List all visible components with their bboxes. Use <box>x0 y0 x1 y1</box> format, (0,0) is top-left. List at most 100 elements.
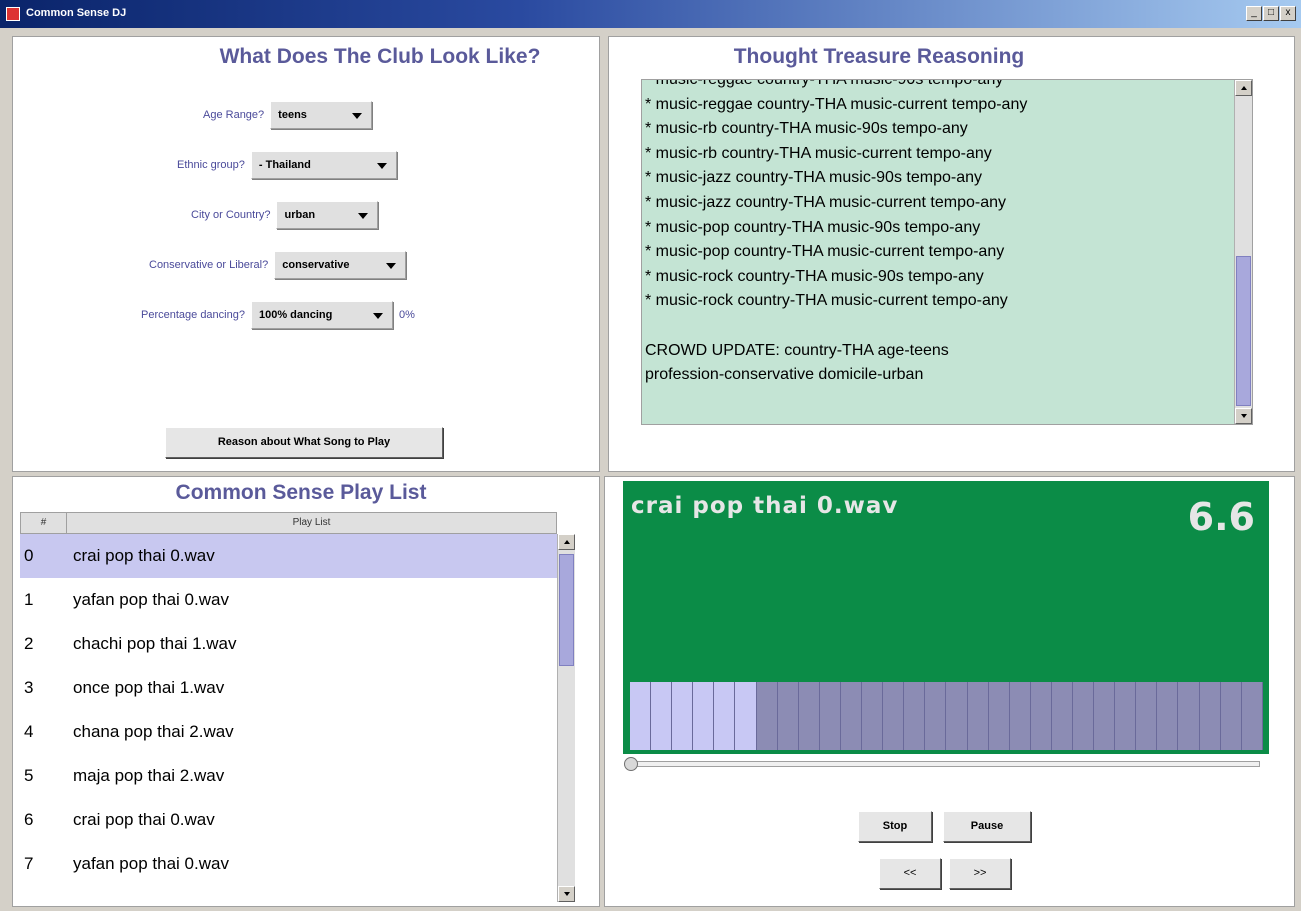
playlist-table-body: 0 crai pop thai 0.wav 1 yafan pop thai 0.wa… <box>20 534 557 902</box>
pause-button[interactable]: Pause <box>943 811 1031 842</box>
level-bar-dim <box>798 682 820 750</box>
playlist-row[interactable]: 2 chachi pop thai 1.wav <box>20 622 557 666</box>
reasoning-line: * music-rock country-THA music-current t… <box>645 292 1008 310</box>
level-bar-lit <box>651 682 673 750</box>
chevron-down-icon <box>372 313 383 319</box>
chevron-down-icon <box>352 113 363 119</box>
playlist-row-number: 3 <box>24 678 34 697</box>
level-bar-dim <box>925 682 947 750</box>
playlist-row[interactable]: 7 yafan pop thai 0.wav <box>20 842 557 886</box>
level-bar-dim <box>1220 682 1242 750</box>
column-playlist-header[interactable]: Play List <box>67 513 556 533</box>
chevron-down-icon <box>358 213 369 219</box>
reason-song-button[interactable]: Reason about What Song to Play <box>165 427 443 458</box>
playlist-scrollbar[interactable] <box>557 534 575 902</box>
age-range-label: Age Range? <box>203 109 265 121</box>
reasoning-line: CROWD UPDATE: country-THA age-teens <box>645 341 949 359</box>
level-bar-lit <box>630 682 652 750</box>
level-bar-dim <box>777 682 799 750</box>
reasoning-line: * music-rb country-THA music-current tem… <box>645 144 992 162</box>
level-bar-lit <box>714 682 736 750</box>
playlist-title: Common Sense Play List <box>175 481 427 504</box>
maximize-button[interactable]: □ <box>1263 6 1279 21</box>
scroll-up-icon[interactable] <box>558 534 575 550</box>
reasoning-line: * music-reggae country-THA music-90s tem… <box>645 79 1004 88</box>
playlist-row[interactable]: 6 crai pop thai 0.wav <box>20 798 557 842</box>
reasoning-line: profession-conservative domicile-urban <box>645 366 924 384</box>
reasoning-textarea[interactable]: * music-reggae country-THA music-90s tem… <box>641 79 1253 425</box>
playlist-row[interactable]: 4 chana pop thai 2.wav <box>20 710 557 754</box>
age-range-row: Age Range? teens <box>203 101 373 129</box>
level-bar-dim <box>1199 682 1221 750</box>
dancing-select[interactable]: 100% dancing <box>250 301 393 329</box>
reasoning-line: * music-rock country-THA music-90s tempo… <box>645 267 984 285</box>
scroll-down-icon[interactable] <box>1235 408 1252 424</box>
ethnic-group-value: - Thailand <box>258 159 311 171</box>
close-button[interactable]: x <box>1280 6 1296 21</box>
politics-select[interactable]: conservative <box>274 251 407 279</box>
stop-button[interactable]: Stop <box>858 811 932 842</box>
settings-title: What Does The Club Look Like? <box>219 45 541 68</box>
age-range-select[interactable]: teens <box>270 101 373 129</box>
seek-slider-knob[interactable] <box>624 757 638 771</box>
seek-slider-track[interactable] <box>626 761 1260 767</box>
level-bar-dim <box>904 682 926 750</box>
level-bar-lit <box>735 682 757 750</box>
playlist-row-number: 7 <box>24 854 34 873</box>
level-bar-dim <box>1009 682 1031 750</box>
level-bar-lit <box>672 682 694 750</box>
level-meter <box>630 682 1263 750</box>
level-bar-dim <box>1178 682 1200 750</box>
window-title: Common Sense DJ <box>26 7 127 19</box>
city-country-row: City or Country? urban <box>191 201 379 229</box>
playlist-row[interactable]: 3 once pop thai 1.wav <box>20 666 557 710</box>
city-country-select[interactable]: urban <box>276 201 379 229</box>
minimize-button[interactable]: _ <box>1246 6 1262 21</box>
playlist-row-number: 5 <box>24 766 34 785</box>
playlist-row-number: 4 <box>24 722 34 741</box>
level-bar-dim <box>756 682 778 750</box>
window-titlebar: Common Sense DJ _ □ x <box>0 0 1301 28</box>
scroll-down-icon[interactable] <box>558 886 575 902</box>
playlist-row-filename: yafan pop thai 0.wav <box>73 590 229 609</box>
playlist-row[interactable]: 1 yafan pop thai 0.wav <box>20 578 557 622</box>
reasoning-line: * music-pop country-THA music-current te… <box>645 243 1005 261</box>
chevron-down-icon <box>386 263 397 269</box>
level-bar-dim <box>967 682 989 750</box>
reasoning-scroll-thumb[interactable] <box>1236 256 1251 406</box>
ethnic-group-label: Ethnic group? <box>177 159 245 171</box>
level-bar-dim <box>819 682 841 750</box>
playlist-row-filename: once pop thai 1.wav <box>73 678 225 697</box>
reasoning-line: * music-reggae country-THA music-current… <box>645 95 1028 113</box>
reasoning-scrollbar[interactable] <box>1234 80 1252 424</box>
playlist-row-filename: chachi pop thai 1.wav <box>73 634 237 653</box>
ethnic-group-row: Ethnic group? - Thailand <box>177 151 397 179</box>
playlist-row[interactable]: 5 maja pop thai 2.wav <box>20 754 557 798</box>
now-playing-title: crai pop thai 0.wav <box>631 493 899 519</box>
reasoning-line: * music-jazz country-THA music-current t… <box>645 193 1006 211</box>
app-icon <box>6 7 20 21</box>
politics-row: Conservative or Liberal? conservative <box>149 251 407 279</box>
scroll-up-icon[interactable] <box>1235 80 1252 96</box>
level-bar-dim <box>883 682 905 750</box>
level-bar-dim <box>1051 682 1073 750</box>
playlist-scroll-thumb[interactable] <box>559 554 574 666</box>
playback-time: 6.6 <box>1187 495 1255 539</box>
column-number-header[interactable]: # <box>21 513 67 533</box>
playlist-row-filename: maja pop thai 2.wav <box>73 766 225 785</box>
playlist-row[interactable]: 0 crai pop thai 0.wav <box>20 534 557 578</box>
playlist-row-number: 6 <box>24 810 34 829</box>
level-bar-dim <box>840 682 863 750</box>
level-bar-dim <box>1094 682 1116 750</box>
ethnic-group-select[interactable]: - Thailand <box>250 151 397 179</box>
politics-value: conservative <box>282 259 350 271</box>
level-bar-dim <box>862 682 884 750</box>
reasoning-lines: * music-reggae country-THA music-90s tem… <box>645 79 1232 388</box>
age-range-value: teens <box>278 109 307 121</box>
level-bar-dim <box>1030 682 1052 750</box>
playlist-row-filename: chana pop thai 2.wav <box>73 722 234 741</box>
city-country-value: urban <box>284 209 316 221</box>
club-settings-panel: What Does The Club Look Like? Age Range?… <box>12 36 600 472</box>
previous-button[interactable]: << <box>879 858 941 889</box>
next-button[interactable]: >> <box>949 858 1011 889</box>
